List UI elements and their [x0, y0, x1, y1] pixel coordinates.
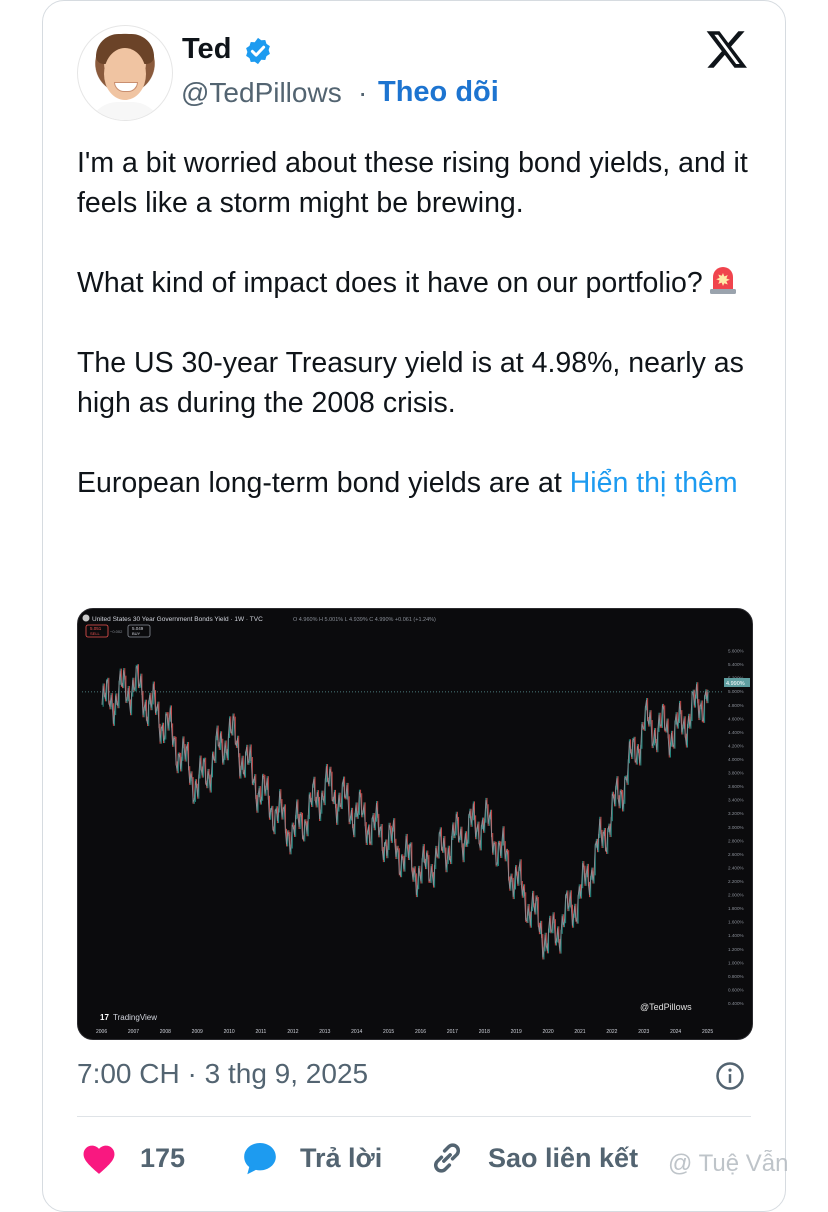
x-tick-label: 2007 — [128, 1029, 139, 1035]
chart-ohlc: O 4.960% H 5.001% L 4.939% C 4.990% +0.0… — [293, 617, 436, 623]
y-tick-label: 3.000% — [728, 825, 744, 830]
x-tick-label: 2008 — [160, 1029, 171, 1035]
x-tick-label: 2017 — [447, 1029, 458, 1035]
y-tick-label: 3.800% — [728, 771, 744, 776]
divider — [77, 1116, 751, 1117]
x-tick-label: 2022 — [606, 1029, 617, 1035]
x-tick-label: 2015 — [383, 1029, 394, 1035]
tweet-paragraph: European long-term bond yields are at Hi… — [77, 467, 738, 499]
like-count: 175 — [140, 1142, 186, 1173]
y-tick-label: 4.400% — [728, 730, 744, 735]
watermark-text: @ Tuệ Vẫn — [668, 1150, 789, 1177]
timestamp[interactable]: 7:00 CH · 3 thg 9, 2025 — [77, 1058, 368, 1090]
y-tick-label: 5.000% — [728, 689, 744, 694]
copy-link-label: Sao liên kết — [488, 1142, 639, 1173]
chart-watermark: @TedPillows — [640, 1002, 692, 1012]
reply-bubble-icon — [244, 1142, 276, 1175]
copy-link-button[interactable]: Sao liên kết — [428, 1138, 638, 1178]
y-tick-label: 1.400% — [728, 933, 744, 938]
verified-badge-icon — [246, 37, 270, 65]
y-tick-label: 4.000% — [728, 757, 744, 762]
tweet-paragraph: The US 30-year Treasury yield is at 4.98… — [77, 347, 744, 419]
x-tick-label: 2019 — [511, 1029, 522, 1035]
x-tick-label: 2018 — [479, 1029, 490, 1035]
y-tick-label: 1.000% — [728, 960, 744, 965]
y-tick-label: 0.400% — [728, 1001, 744, 1006]
x-tick-label: 2006 — [96, 1029, 107, 1035]
chart-header: United States 30 Year Government Bonds Y… — [92, 616, 263, 623]
x-tick-label: 2020 — [543, 1029, 554, 1035]
chart-image[interactable]: United States 30 Year Government Bonds Y… — [77, 608, 753, 1040]
x-tick-label: 2024 — [670, 1029, 681, 1035]
y-tick-label: 4.200% — [728, 743, 744, 748]
x-tick-label: 2025 — [702, 1029, 713, 1035]
y-tick-label: 3.400% — [728, 798, 744, 803]
author-handle[interactable]: @TedPillows — [181, 77, 342, 109]
x-tick-label: 2021 — [574, 1029, 585, 1035]
y-tick-label: 2.200% — [728, 879, 744, 884]
handle-separator: · — [358, 77, 368, 108]
bond-yield-chart: United States 30 Year Government Bonds Y… — [82, 614, 750, 1035]
reply-label: Trả lời — [300, 1142, 383, 1173]
avatar[interactable] — [77, 25, 173, 121]
y-tick-label: 0.800% — [728, 974, 744, 979]
like-button[interactable]: 175 — [80, 1138, 185, 1178]
tweet-paragraph: What kind of impact does it have on our … — [77, 263, 767, 303]
y-tick-label: 2.000% — [728, 893, 744, 898]
x-tick-label: 2016 — [415, 1029, 426, 1035]
x-tick-label: 2023 — [638, 1029, 649, 1035]
x-tick-label: 2010 — [224, 1029, 235, 1035]
y-tick-label: 2.600% — [728, 852, 744, 857]
x-tick-label: 2012 — [287, 1029, 298, 1035]
y-tick-label: 4.600% — [728, 716, 744, 721]
current-price-label: 4.990% — [726, 681, 745, 687]
x-tick-label: 2011 — [255, 1029, 266, 1035]
show-more-link[interactable]: Hiển thị thêm — [570, 467, 738, 499]
y-tick-label: 1.600% — [728, 920, 744, 925]
flag-icon — [82, 614, 90, 622]
info-icon[interactable] — [715, 1061, 745, 1091]
link-icon — [433, 1143, 461, 1173]
tweet-paragraph: I'm a bit worried about these rising bon… — [77, 147, 748, 219]
y-tick-label: 4.800% — [728, 703, 744, 708]
y-tick-label: 1.200% — [728, 947, 744, 952]
buy-label: BUY — [132, 631, 141, 636]
tradingview-logo-icon: 17 — [100, 1013, 109, 1022]
x-tick-label: 2013 — [319, 1029, 330, 1035]
y-tick-label: 2.800% — [728, 838, 744, 843]
x-tick-label: 2014 — [351, 1029, 362, 1035]
reply-button[interactable]: Trả lời — [240, 1138, 382, 1178]
y-tick-label: 1.800% — [728, 906, 744, 911]
spread-value: −0.002 — [110, 629, 123, 634]
author-name[interactable]: Ted — [182, 33, 231, 66]
y-tick-label: 3.200% — [728, 811, 744, 816]
heart-icon — [83, 1145, 115, 1174]
y-tick-label: 5.400% — [728, 662, 744, 667]
y-tick-label: 2.400% — [728, 865, 744, 870]
yield-series-line — [101, 665, 709, 958]
police-light-emoji-icon — [709, 267, 736, 294]
x-tick-label: 2009 — [192, 1029, 203, 1035]
y-tick-label: 0.600% — [728, 987, 744, 992]
follow-button[interactable]: Theo dõi — [378, 76, 499, 109]
tradingview-brand: TradingView — [113, 1013, 157, 1022]
sell-label: SELL — [90, 631, 101, 636]
y-tick-label: 5.600% — [728, 649, 744, 654]
y-tick-label: 3.600% — [728, 784, 744, 789]
x-logo-icon[interactable] — [704, 27, 750, 71]
tweet-body: I'm a bit worried about these rising bon… — [77, 143, 767, 543]
